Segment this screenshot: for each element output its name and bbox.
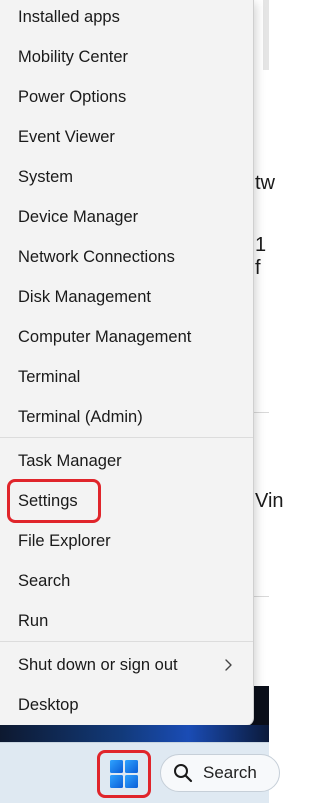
background-text-fragment: 1 f [255, 234, 267, 279]
menu-item-label: Search [18, 571, 71, 590]
menu-item-task-manager[interactable]: Task Manager [0, 441, 253, 481]
background-scrollbar[interactable] [263, 0, 269, 70]
taskbar-search-box[interactable]: Search [160, 754, 280, 792]
menu-item-settings[interactable]: Settings [0, 481, 253, 521]
background-text-fragment: Vin [255, 490, 284, 512]
menu-item-terminal[interactable]: Terminal [0, 357, 253, 397]
menu-item-label: File Explorer [18, 531, 111, 550]
menu-item-label: System [18, 167, 74, 186]
menu-item-system[interactable]: System [0, 157, 253, 197]
menu-item-label: Mobility Center [18, 47, 129, 66]
menu-item-label: Desktop [18, 695, 79, 714]
menu-item-label: Disk Management [18, 287, 151, 306]
start-button[interactable] [98, 751, 150, 797]
menu-item-label: Installed apps [18, 7, 120, 26]
menu-item-label: Event Viewer [18, 127, 115, 146]
background-text-fragment: tw [255, 172, 275, 194]
menu-item-label: Power Options [18, 87, 127, 106]
menu-item-mobility-center[interactable]: Mobility Center [0, 37, 253, 77]
menu-item-device-manager[interactable]: Device Manager [0, 197, 253, 237]
chevron-right-icon [225, 659, 232, 671]
menu-item-label: Device Manager [18, 207, 139, 226]
menu-item-label: Task Manager [18, 451, 122, 470]
menu-item-desktop[interactable]: Desktop [0, 685, 253, 725]
menu-separator [0, 641, 253, 642]
menu-item-computer-management[interactable]: Computer Management [0, 317, 253, 357]
menu-item-label: Run [18, 611, 49, 630]
menu-item-network-connections[interactable]: Network Connections [0, 237, 253, 277]
menu-item-event-viewer[interactable]: Event Viewer [0, 117, 253, 157]
search-label: Search [203, 763, 257, 782]
menu-item-installed-apps[interactable]: Installed apps [0, 0, 253, 37]
power-user-menu: Installed apps Mobility Center Power Opt… [0, 0, 254, 726]
menu-separator [0, 437, 253, 438]
menu-item-power-options[interactable]: Power Options [0, 77, 253, 117]
menu-item-label: Settings [18, 491, 78, 510]
menu-item-label: Network Connections [18, 247, 175, 266]
menu-item-label: Terminal [18, 367, 81, 386]
menu-item-label: Computer Management [18, 327, 192, 346]
menu-item-search[interactable]: Search [0, 561, 253, 601]
windows-logo-icon [110, 760, 138, 788]
menu-item-label: Shut down or sign out [18, 655, 178, 674]
menu-item-run[interactable]: Run [0, 601, 253, 641]
menu-item-label: Terminal (Admin) [18, 407, 143, 426]
menu-item-shut-down-or-sign-out[interactable]: Shut down or sign out [0, 645, 253, 685]
menu-item-file-explorer[interactable]: File Explorer [0, 521, 253, 561]
menu-item-terminal-admin[interactable]: Terminal (Admin) [0, 397, 253, 437]
menu-item-disk-management[interactable]: Disk Management [0, 277, 253, 317]
search-icon [174, 764, 193, 783]
desktop-wallpaper [0, 725, 269, 742]
